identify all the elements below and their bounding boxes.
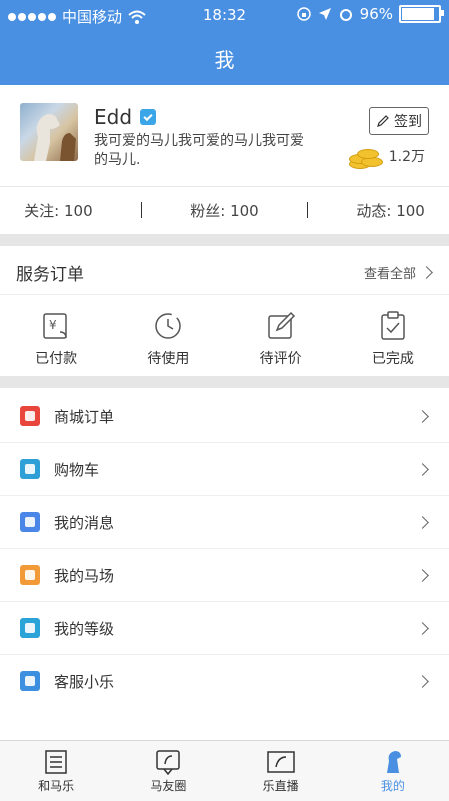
chevron-right-icon xyxy=(420,266,433,279)
alarm-icon xyxy=(339,9,352,21)
user-bio: 我可爱的马儿我可爱的马儿我可爱的马儿. xyxy=(94,133,304,168)
menu-item-messages[interactable]: 我的消息 xyxy=(0,496,449,549)
circle-icon xyxy=(156,750,181,775)
chevron-right-icon xyxy=(416,569,429,582)
level-icon xyxy=(20,618,40,638)
chevron-right-icon xyxy=(416,516,429,529)
clipboard-check-icon xyxy=(381,311,405,340)
bell-icon xyxy=(20,512,40,532)
home-icon xyxy=(45,750,67,774)
menu-item-level[interactable]: 我的等级 xyxy=(0,602,449,655)
verified-badge-icon xyxy=(140,109,156,125)
chevron-right-icon xyxy=(416,463,429,476)
order-completed[interactable]: 已完成 xyxy=(337,298,449,376)
followers-stat[interactable]: 粉丝: 100 xyxy=(190,200,258,221)
edit-icon xyxy=(267,311,295,339)
payment-icon: ¥ xyxy=(43,313,67,339)
location-icon xyxy=(318,8,331,20)
service-orders-title: 服务订单 xyxy=(16,265,84,285)
live-icon xyxy=(266,751,295,773)
tab-me[interactable]: 我的 xyxy=(337,741,449,801)
service-orders-header: 服务订单 查看全部 xyxy=(0,246,449,295)
section-divider xyxy=(0,376,449,388)
tab-circle[interactable]: 马友圈 xyxy=(112,741,224,801)
chevron-right-icon xyxy=(416,675,429,688)
order-to-review[interactable]: 待评价 xyxy=(225,298,337,376)
status-bar: 中国移动 18:32 96% xyxy=(0,0,449,30)
coins-icon xyxy=(348,145,385,169)
tab-bar: 和马乐 马友圈 乐直播 我的 xyxy=(0,740,449,801)
chevron-right-icon xyxy=(416,622,429,635)
coin-balance[interactable]: 1.2万 xyxy=(348,145,425,169)
stats-bar: 关注: 100 粉丝: 100 动态: 100 xyxy=(0,186,449,233)
battery-percent: 96% xyxy=(359,5,393,23)
view-all-link[interactable]: 查看全部 xyxy=(364,263,433,282)
avatar[interactable] xyxy=(20,103,78,161)
coin-count: 1.2万 xyxy=(388,149,425,165)
horse-photo xyxy=(34,114,76,161)
ranch-icon xyxy=(20,565,40,585)
me-icon xyxy=(386,751,401,773)
top-bar: 中国移动 18:32 96% 我 xyxy=(0,0,449,85)
sign-in-button[interactable]: 签到 xyxy=(369,107,429,135)
menu-item-ranch[interactable]: 我的马场 xyxy=(0,549,449,602)
menu-item-customer-service[interactable]: 客服小乐 xyxy=(0,655,449,707)
divider xyxy=(140,202,142,218)
posts-stat[interactable]: 动态: 100 xyxy=(356,200,424,221)
svg-text:¥: ¥ xyxy=(49,318,57,332)
shop-order-icon xyxy=(20,406,40,426)
menu-item-shop-orders[interactable]: 商城订单 xyxy=(0,390,449,443)
lock-rotation-icon xyxy=(296,7,311,21)
menu-list: 商城订单 购物车 我的消息 我的马场 我的等级 客服小乐 xyxy=(0,390,449,707)
username: Edd xyxy=(94,105,133,129)
following-stat[interactable]: 关注: 100 xyxy=(24,200,92,221)
menu-item-cart[interactable]: 购物车 xyxy=(0,443,449,496)
battery-icon xyxy=(399,5,444,23)
pencil-icon xyxy=(377,115,389,127)
profile-card[interactable]: Edd 我可爱的马儿我可爱的马儿我可爱的马儿. 签到 1.2万 xyxy=(0,85,449,185)
tab-home[interactable]: 和马乐 xyxy=(0,741,112,801)
chevron-right-icon xyxy=(416,410,429,423)
page-title: 我 xyxy=(214,48,235,72)
tab-live[interactable]: 乐直播 xyxy=(225,741,337,801)
order-status-row: ¥ 已付款 待使用 待评价 已完成 xyxy=(0,298,449,376)
divider xyxy=(307,202,309,218)
service-icon xyxy=(20,671,40,691)
clock-icon xyxy=(155,313,182,339)
cart-icon xyxy=(20,459,40,479)
section-divider xyxy=(0,234,449,246)
order-to-use[interactable]: 待使用 xyxy=(112,298,224,376)
order-paid[interactable]: ¥ 已付款 xyxy=(0,298,112,376)
